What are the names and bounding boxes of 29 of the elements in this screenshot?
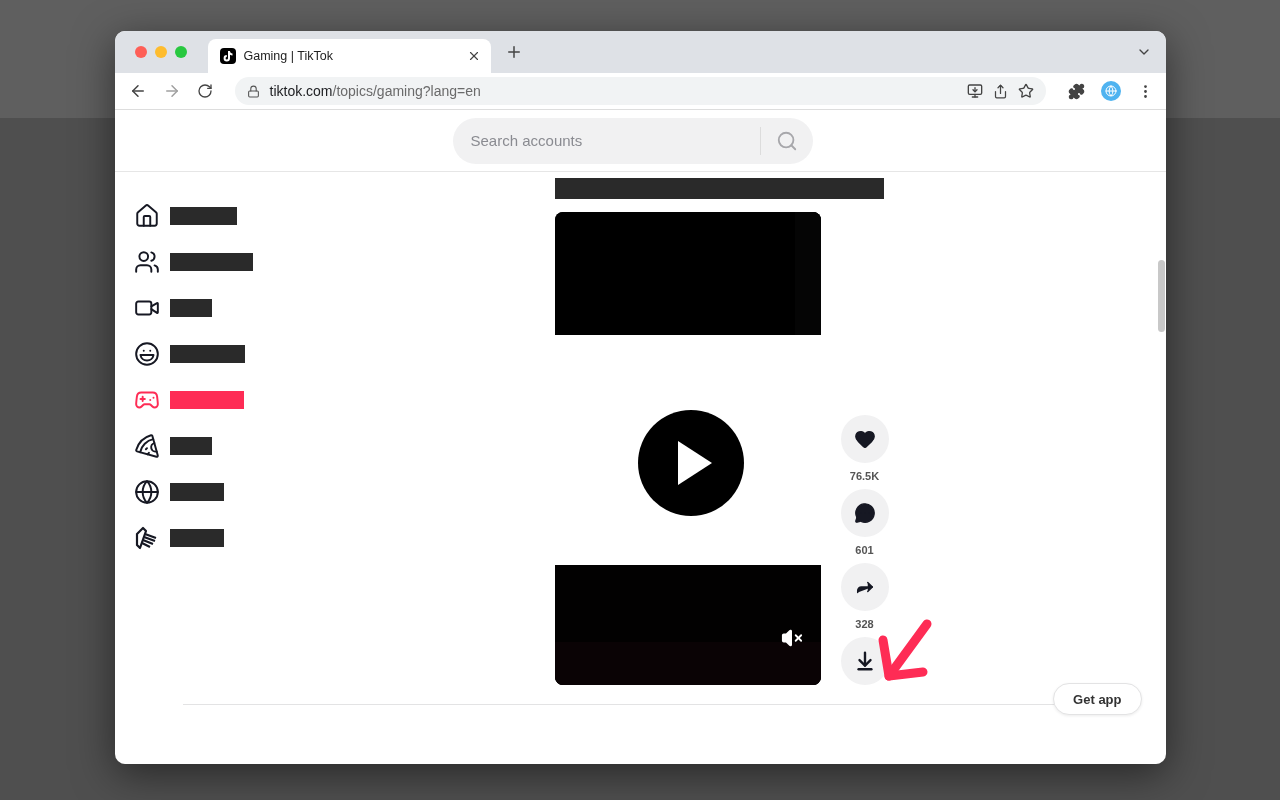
tiktok-logo-icon <box>219 48 236 64</box>
muted-speaker-icon[interactable] <box>780 627 803 649</box>
lock-icon <box>246 84 260 98</box>
install-icon[interactable] <box>966 83 983 99</box>
url-text: tiktok.com/topics/gaming?lang=en <box>269 83 482 99</box>
get-app-button[interactable]: Get app <box>1053 683 1142 715</box>
browser-tab[interactable]: Gaming | TikTok <box>207 39 491 73</box>
comment-button[interactable] <box>840 489 889 537</box>
scrollbar-thumb[interactable] <box>1157 260 1165 332</box>
share-button[interactable] <box>840 563 889 611</box>
address-bar[interactable]: tiktok.com/topics/gaming?lang=en <box>234 77 1046 105</box>
heart-icon <box>853 428 876 450</box>
count-label: 76.5K <box>849 470 880 482</box>
search-field[interactable]: Search accounts <box>468 131 760 150</box>
people-icon[interactable] <box>133 249 160 275</box>
home-icon[interactable] <box>133 203 160 229</box>
laughing-face-icon[interactable] <box>133 341 160 367</box>
search-bar[interactable]: Search accounts <box>452 117 813 164</box>
play-icon <box>677 441 712 485</box>
like-button[interactable] <box>840 415 889 463</box>
share-icon[interactable] <box>992 83 1008 99</box>
pizza-icon[interactable] <box>133 433 160 459</box>
chat-bubble-icon <box>853 502 876 524</box>
count-label: 601 <box>855 544 874 556</box>
star-icon[interactable] <box>1017 83 1034 99</box>
globe-icon[interactable] <box>133 479 160 505</box>
reload-icon[interactable] <box>196 83 213 99</box>
puzzle-icon[interactable] <box>1067 82 1085 100</box>
count-label: 328 <box>855 618 874 630</box>
